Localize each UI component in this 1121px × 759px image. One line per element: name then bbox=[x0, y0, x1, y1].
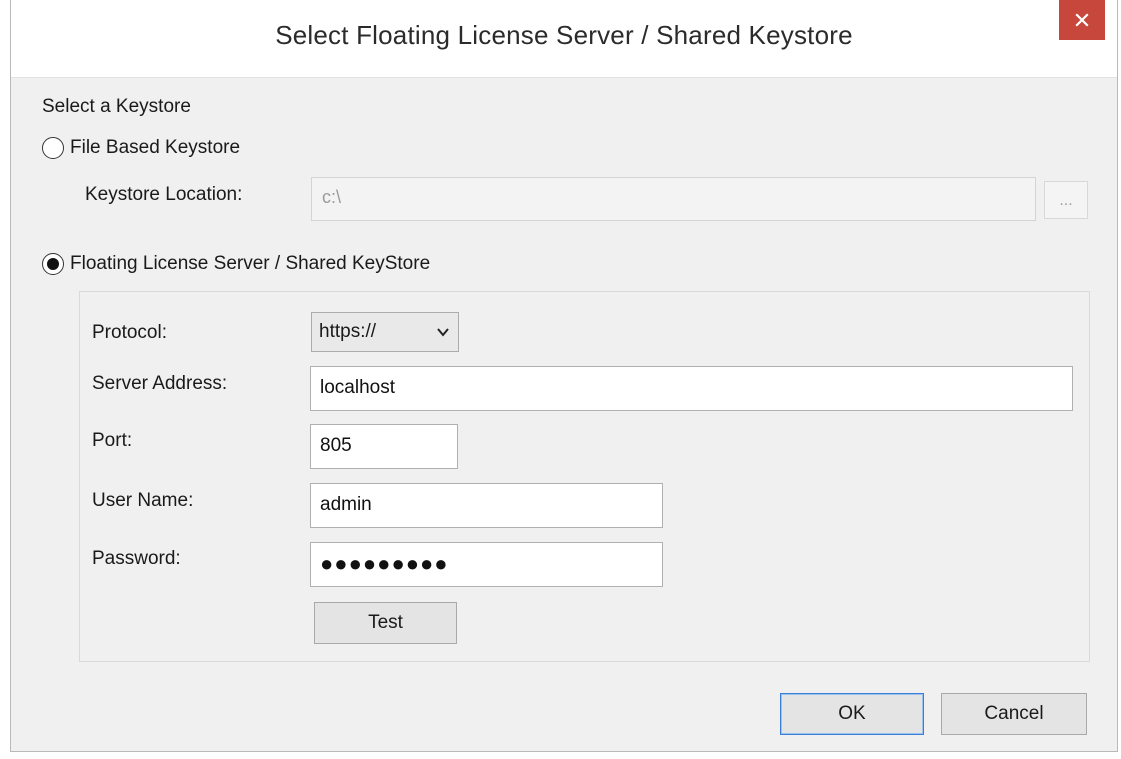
browse-button[interactable]: ... bbox=[1044, 181, 1088, 219]
title-bar: Select Floating License Server / Shared … bbox=[11, 0, 1117, 78]
floating-license-label: Floating License Server / Shared KeyStor… bbox=[70, 253, 431, 274]
password-input[interactable]: ●●●●●●●●● bbox=[310, 542, 663, 587]
radio-unchecked-icon bbox=[42, 137, 64, 159]
port-input[interactable]: 805 bbox=[310, 424, 458, 469]
dialog-title: Select Floating License Server / Shared … bbox=[275, 20, 853, 50]
radio-checked-icon bbox=[42, 253, 64, 275]
server-settings-group bbox=[79, 291, 1090, 662]
ok-button[interactable]: OK bbox=[780, 693, 924, 735]
protocol-label: Protocol: bbox=[92, 322, 167, 343]
protocol-select[interactable]: https:// bbox=[311, 312, 459, 352]
server-address-label: Server Address: bbox=[92, 373, 228, 394]
select-keystore-label: Select a Keystore bbox=[42, 96, 191, 117]
file-based-keystore-radio[interactable]: File Based Keystore bbox=[42, 137, 240, 159]
test-button[interactable]: Test bbox=[314, 602, 457, 644]
user-name-input[interactable]: admin bbox=[310, 483, 663, 528]
password-label: Password: bbox=[92, 548, 181, 569]
password-mask: ●●●●●●●●● bbox=[320, 551, 449, 576]
file-based-keystore-label: File Based Keystore bbox=[70, 137, 241, 158]
user-name-label: User Name: bbox=[92, 490, 194, 511]
dialog-window: Select Floating License Server / Shared … bbox=[10, 0, 1118, 752]
floating-license-radio[interactable]: Floating License Server / Shared KeyStor… bbox=[42, 253, 430, 275]
protocol-value: https:// bbox=[319, 321, 377, 342]
chevron-down-icon bbox=[437, 328, 449, 337]
port-label: Port: bbox=[92, 430, 133, 451]
cancel-button[interactable]: Cancel bbox=[941, 693, 1087, 735]
keystore-location-label: Keystore Location: bbox=[85, 184, 243, 205]
keystore-location-input[interactable]: c:\ bbox=[311, 177, 1036, 221]
server-address-input[interactable]: localhost bbox=[310, 366, 1073, 411]
close-button[interactable] bbox=[1059, 0, 1105, 40]
close-icon bbox=[1075, 13, 1089, 27]
